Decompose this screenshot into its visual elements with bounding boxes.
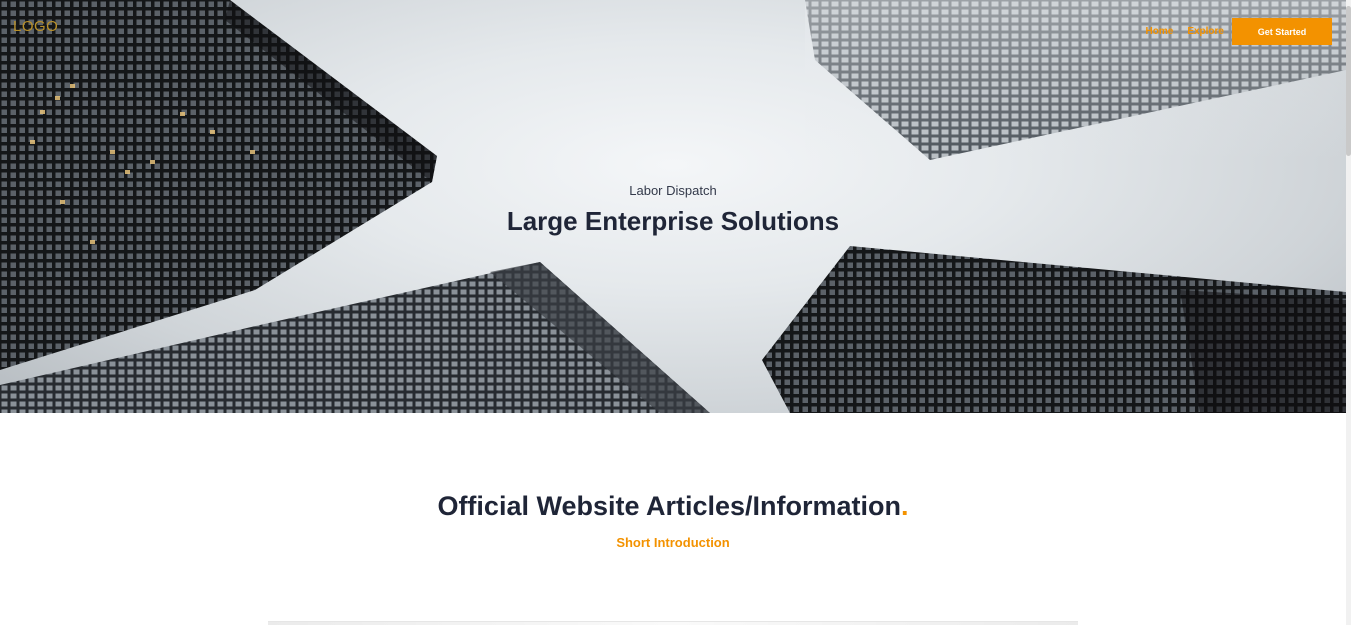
site-logo[interactable]: LOGO — [13, 18, 58, 35]
nav-link-home[interactable]: Home — [1146, 26, 1174, 37]
top-nav: Home Explore Get Started — [1146, 18, 1332, 45]
page-scrollbar[interactable] — [1346, 0, 1351, 625]
section-title-text: Official Website Articles/Information — [437, 491, 902, 521]
section-subtitle: Short Introduction — [616, 535, 730, 550]
hero-title: Large Enterprise Solutions — [506, 206, 840, 236]
nav-link-explore[interactable]: Explore — [1187, 26, 1224, 37]
content-card-top-edge — [268, 621, 1078, 625]
get-started-button[interactable]: Get Started — [1232, 18, 1332, 45]
section-title-dot: . — [901, 491, 909, 521]
scrollbar-thumb[interactable] — [1346, 6, 1351, 156]
hero-eyebrow: Labor Dispatch — [629, 183, 717, 198]
section-title: Official Website Articles/Information. — [0, 491, 1346, 522]
hero-banner: LOGO Home Explore Get Started Labor Disp… — [0, 0, 1346, 413]
